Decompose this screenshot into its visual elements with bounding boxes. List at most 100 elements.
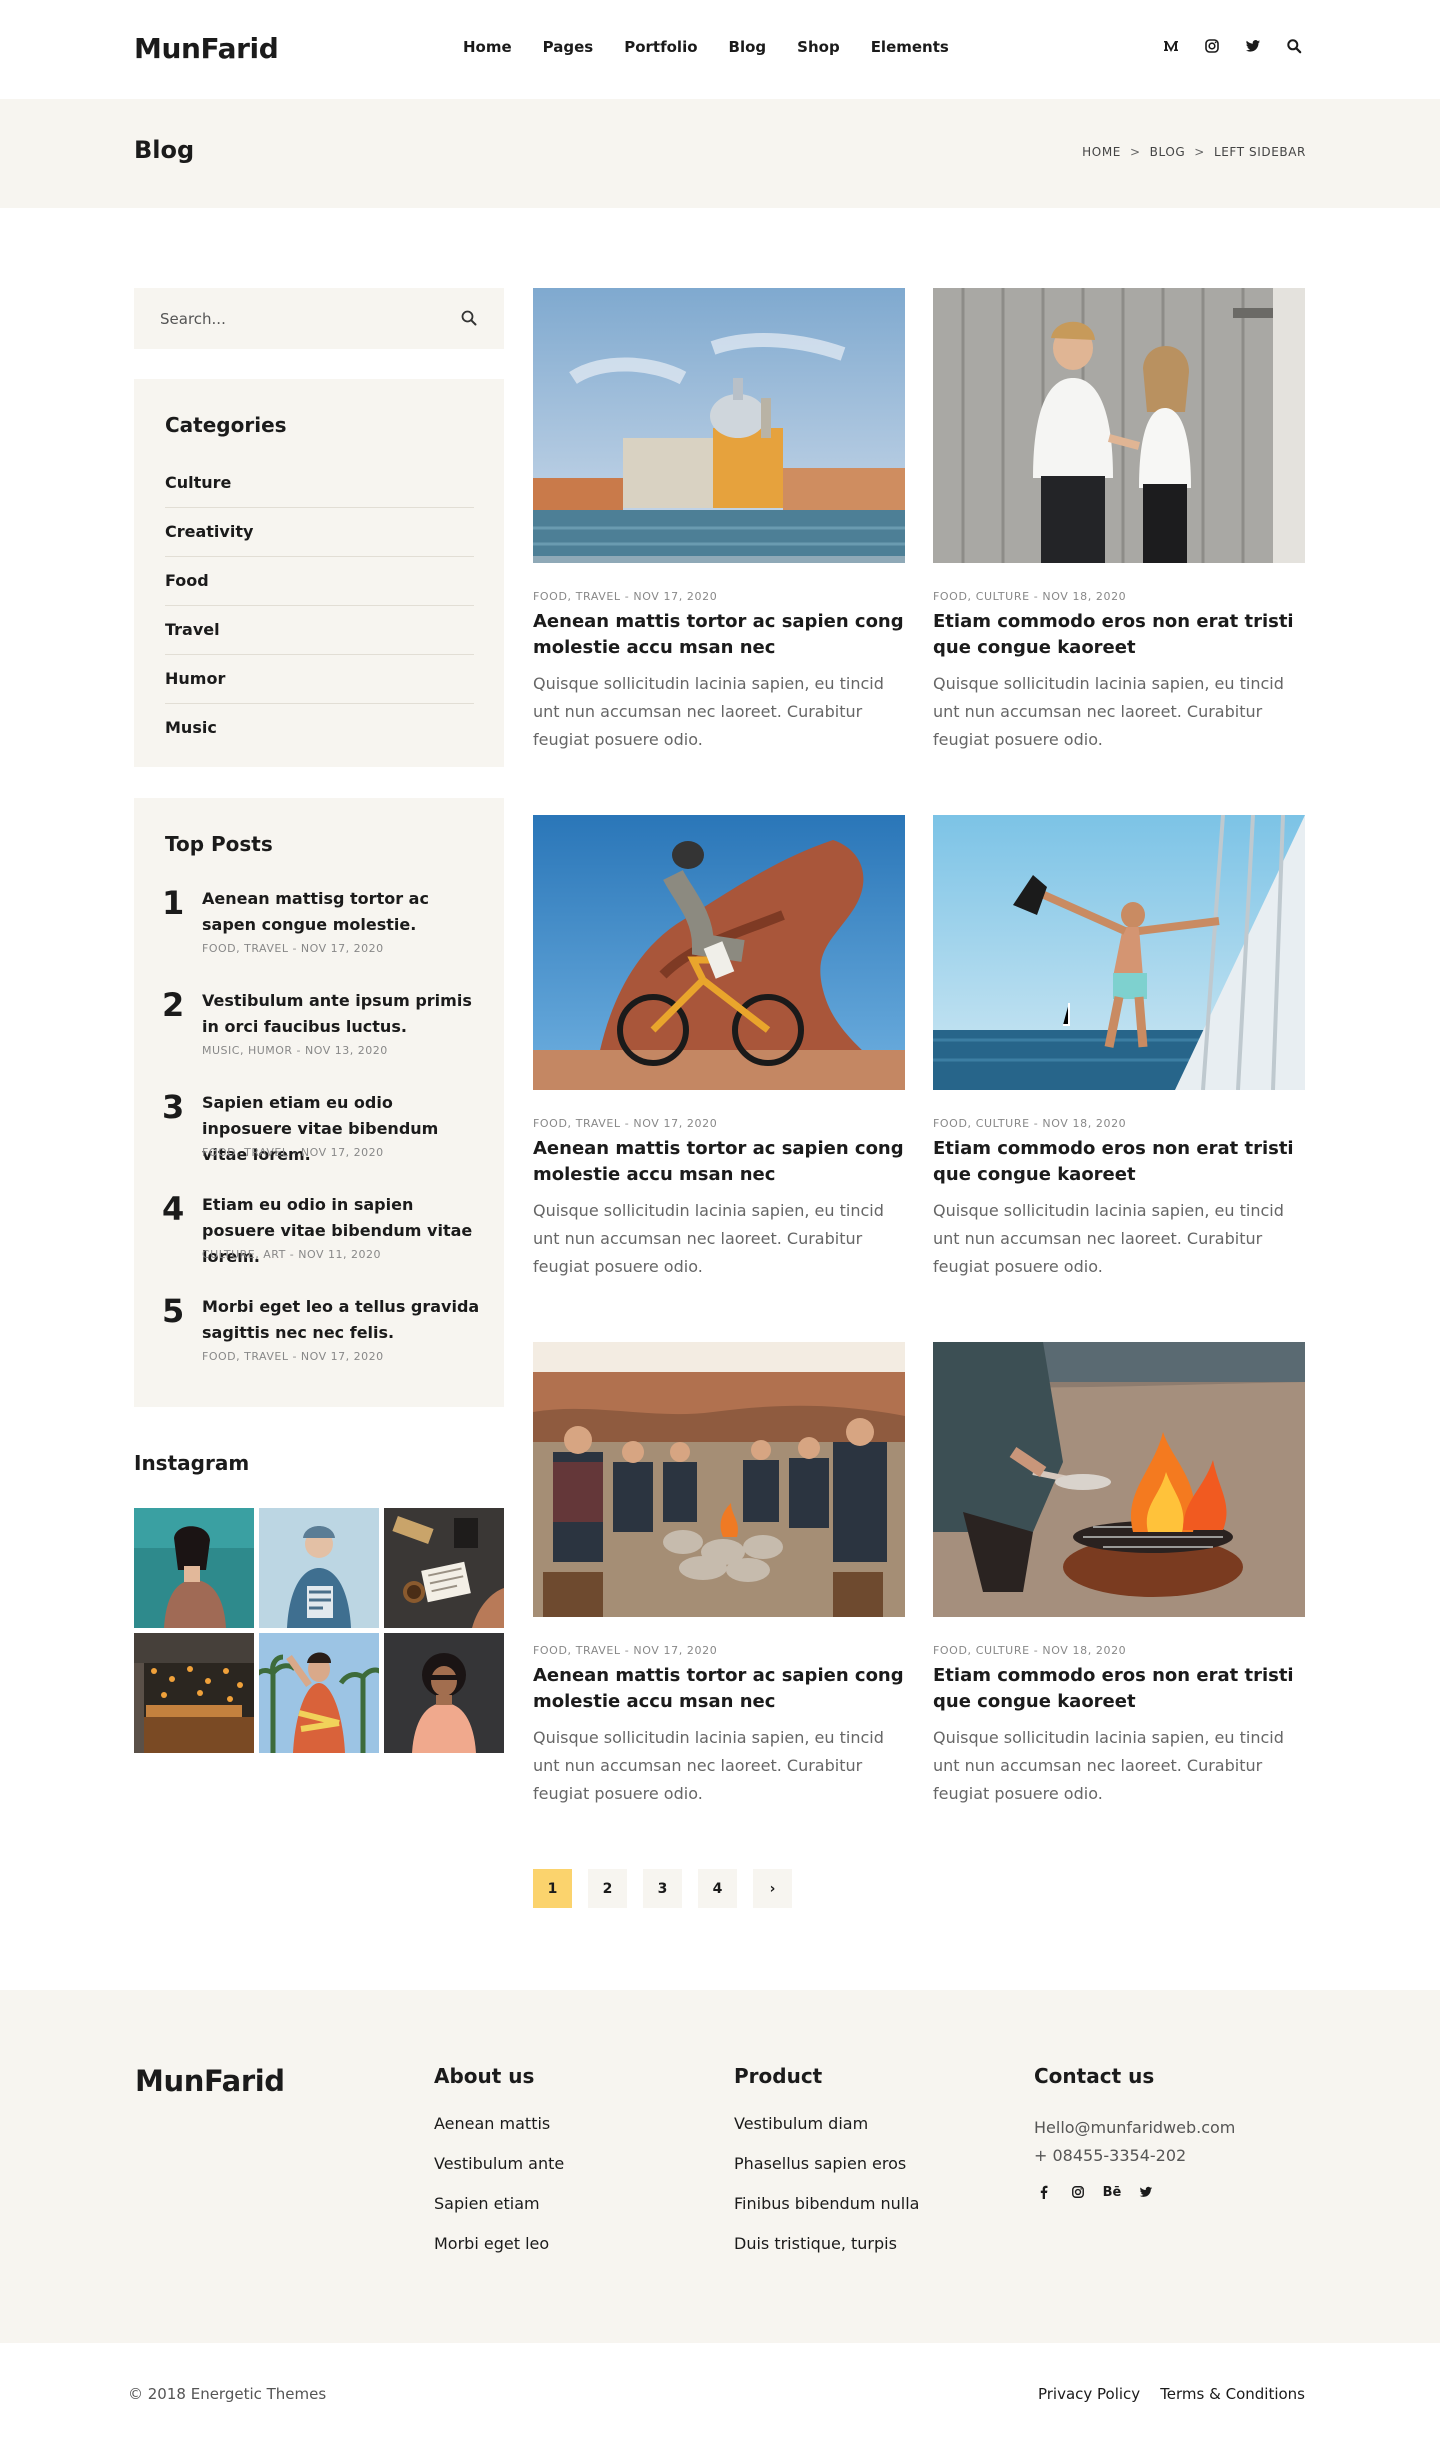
post-title[interactable]: Etiam commodo eros non erat tristi que c… xyxy=(933,1136,1305,1188)
page-4-button[interactable]: 4 xyxy=(698,1869,737,1908)
chevron-right-icon: > xyxy=(1129,145,1141,159)
instagram-photo[interactable] xyxy=(259,1508,379,1628)
nav-pages[interactable]: Pages xyxy=(543,38,594,56)
instagram-photo[interactable] xyxy=(384,1508,504,1628)
twitter-icon[interactable] xyxy=(1136,2182,1156,2202)
category-food[interactable]: Food xyxy=(165,557,474,606)
post-image[interactable] xyxy=(533,288,905,563)
nav-portfolio[interactable]: Portfolio xyxy=(624,38,697,56)
terms-link[interactable]: Terms & Conditions xyxy=(1160,2385,1305,2403)
footer-bottom-bar: © 2018 Energetic Themes Privacy Policy T… xyxy=(0,2343,1440,2444)
top-post-meta: FOOD, TRAVEL - NOV 17, 2020 xyxy=(202,1350,384,1363)
contact-phone[interactable]: + 08455-3354-202 xyxy=(1034,2142,1235,2170)
pagination: 1 2 3 4 › xyxy=(533,1869,808,1908)
post-meta: FOOD, CULTURE - NOV 18, 2020 xyxy=(933,1644,1127,1657)
post-title[interactable]: Aenean mattis tortor ac sapien cong mole… xyxy=(533,1136,905,1188)
behance-icon[interactable]: Bē xyxy=(1102,2182,1122,2202)
search-icon[interactable] xyxy=(1284,36,1304,56)
top-post-meta: FOOD, TRAVEL - NOV 17, 2020 xyxy=(202,942,384,955)
page-3-button[interactable]: 3 xyxy=(643,1869,682,1908)
legal-links: Privacy Policy Terms & Conditions xyxy=(1018,2385,1305,2403)
facebook-icon[interactable] xyxy=(1034,2182,1054,2202)
footer-link[interactable]: Vestibulum diam xyxy=(734,2114,919,2134)
sidebar-search xyxy=(134,288,504,349)
footer-about-title: About us xyxy=(434,2064,535,2088)
post-excerpt: Quisque sollicitudin lacinia sapien, eu … xyxy=(533,674,884,749)
site-logo[interactable]: MunFarid xyxy=(134,32,279,65)
breadcrumb-home[interactable]: HOME xyxy=(1082,145,1121,159)
top-post-number: 1 xyxy=(162,884,185,922)
nav-elements[interactable]: Elements xyxy=(871,38,949,56)
categories-widget: Categories Culture Creativity Food Trave… xyxy=(134,379,504,767)
footer-link[interactable]: Duis tristique, turpis xyxy=(734,2234,919,2254)
footer-link[interactable]: Aenean mattis xyxy=(434,2114,564,2134)
top-post-meta: MUSIC, HUMOR - NOV 13, 2020 xyxy=(202,1044,388,1057)
footer-link[interactable]: Finibus bibendum nulla xyxy=(734,2194,919,2214)
nav-blog[interactable]: Blog xyxy=(729,38,767,56)
instagram-photo[interactable] xyxy=(259,1633,379,1753)
instagram-icon[interactable] xyxy=(1202,36,1222,56)
nav-home[interactable]: Home xyxy=(463,38,512,56)
contact-email[interactable]: Hello@munfaridweb.com xyxy=(1034,2114,1235,2142)
post-image[interactable] xyxy=(933,288,1305,563)
footer-link[interactable]: Sapien etiam xyxy=(434,2194,564,2214)
blog-post-card: FOOD, CULTURE - NOV 18, 2020 Etiam commo… xyxy=(933,1342,1305,1808)
post-image[interactable] xyxy=(933,1342,1305,1617)
site-header: MunFarid Home Pages Portfolio Blog Shop … xyxy=(0,0,1440,99)
categories-title: Categories xyxy=(165,413,287,437)
category-culture[interactable]: Culture xyxy=(165,459,474,508)
header-icons xyxy=(1161,36,1325,56)
top-post-meta: FOOD, TRAVEL - NOV 17, 2020 xyxy=(202,1146,384,1159)
post-image[interactable] xyxy=(533,1342,905,1617)
category-travel[interactable]: Travel xyxy=(165,606,474,655)
breadcrumb-blog[interactable]: BLOG xyxy=(1150,145,1186,159)
post-title[interactable]: Etiam commodo eros non erat tristi que c… xyxy=(933,1663,1305,1715)
site-footer: MunFarid About us Aenean mattis Vestibul… xyxy=(0,1990,1440,2343)
instagram-photo[interactable] xyxy=(134,1633,254,1753)
top-post-title[interactable]: Aenean mattisg tortor ac sapen congue mo… xyxy=(202,886,482,938)
nav-shop[interactable]: Shop xyxy=(797,38,840,56)
footer-logo[interactable]: MunFarid xyxy=(135,2064,285,2098)
medium-icon[interactable] xyxy=(1161,36,1181,56)
footer-link[interactable]: Vestibulum ante xyxy=(434,2154,564,2174)
footer-link[interactable]: Morbi eget leo xyxy=(434,2234,564,2254)
category-creativity[interactable]: Creativity xyxy=(165,508,474,557)
page-1-button[interactable]: 1 xyxy=(533,1869,572,1908)
footer-social: Bē xyxy=(1034,2182,1235,2202)
instagram-title: Instagram xyxy=(134,1451,250,1475)
post-image[interactable] xyxy=(933,815,1305,1090)
next-page-button[interactable]: › xyxy=(753,1869,792,1908)
post-image[interactable] xyxy=(533,815,905,1090)
category-music[interactable]: Music xyxy=(165,704,474,753)
breadcrumb-current: LEFT SIDEBAR xyxy=(1213,145,1306,159)
post-title[interactable]: Etiam commodo eros non erat tristi que c… xyxy=(933,609,1305,661)
top-post-title[interactable]: Vestibulum ante ipsum primis in orci fau… xyxy=(202,988,482,1040)
category-humor[interactable]: Humor xyxy=(165,655,474,704)
top-posts-title: Top Posts xyxy=(165,832,273,856)
blog-post-card: FOOD, TRAVEL - NOV 17, 2020 Aenean matti… xyxy=(533,815,905,1281)
twitter-icon[interactable] xyxy=(1243,36,1263,56)
instagram-grid xyxy=(134,1508,505,1753)
instagram-icon[interactable] xyxy=(1068,2182,1088,2202)
page-2-button[interactable]: 2 xyxy=(588,1869,627,1908)
footer-contact-column: Contact us Hello@munfaridweb.com + 08455… xyxy=(1034,2064,1235,2202)
search-icon[interactable] xyxy=(460,309,478,327)
top-post-number: 2 xyxy=(162,986,185,1024)
post-meta: FOOD, CULTURE - NOV 18, 2020 xyxy=(933,1117,1127,1130)
footer-about-column: About us Aenean mattis Vestibulum ante S… xyxy=(434,2064,564,2274)
top-post-meta: CULTURE, ART - NOV 11, 2020 xyxy=(202,1248,381,1261)
instagram-photo[interactable] xyxy=(134,1508,254,1628)
post-excerpt: Quisque sollicitudin lacinia sapien, eu … xyxy=(933,1728,1284,1803)
post-title[interactable]: Aenean mattis tortor ac sapien cong mole… xyxy=(533,609,905,661)
breadcrumb: HOME > BLOG > LEFT SIDEBAR xyxy=(1082,145,1306,159)
privacy-policy-link[interactable]: Privacy Policy xyxy=(1038,2385,1140,2403)
post-excerpt: Quisque sollicitudin lacinia sapien, eu … xyxy=(933,674,1284,749)
footer-product-title: Product xyxy=(734,2064,823,2088)
search-input[interactable] xyxy=(160,308,450,330)
top-post-number: 5 xyxy=(162,1292,185,1330)
blog-post-card: FOOD, CULTURE - NOV 18, 2020 Etiam commo… xyxy=(933,288,1305,754)
post-title[interactable]: Aenean mattis tortor ac sapien cong mole… xyxy=(533,1663,905,1715)
instagram-photo[interactable] xyxy=(384,1633,504,1753)
footer-link[interactable]: Phasellus sapien eros xyxy=(734,2154,919,2174)
top-post-title[interactable]: Morbi eget leo a tellus gravida sagittis… xyxy=(202,1294,482,1346)
